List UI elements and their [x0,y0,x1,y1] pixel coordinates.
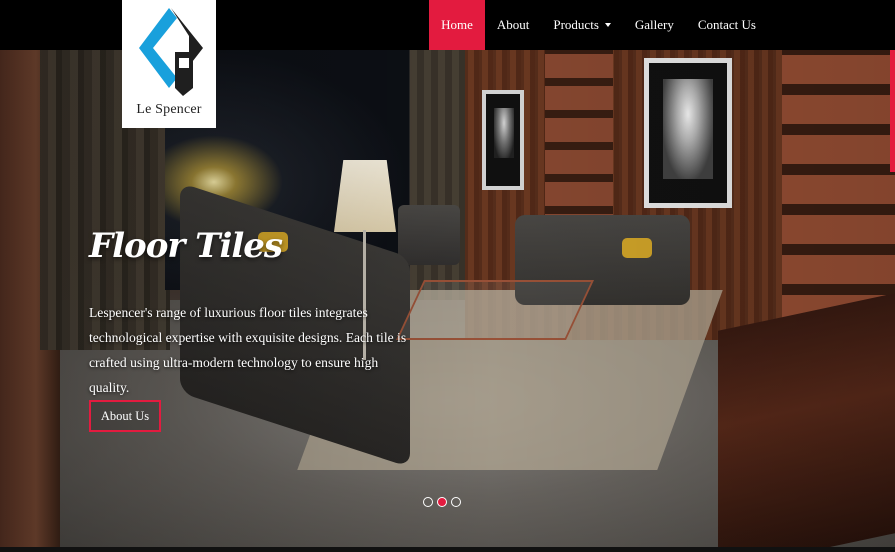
brand-name: Le Spencer [136,102,202,117]
about-us-button[interactable]: About Us [89,400,161,432]
nav-about-label: About [496,17,530,32]
nav-contact-label: Contact Us [697,17,756,32]
brand-logo[interactable]: Le Spencer [122,0,216,128]
nav-contact[interactable]: Contact Us [686,0,768,50]
nav-home-label: Home [441,17,473,32]
nav-products[interactable]: Products [541,0,623,50]
caret-down-icon [604,23,611,27]
about-us-button-label: About Us [100,408,150,423]
nav-about[interactable]: About [485,0,542,50]
bottom-strip [0,547,895,552]
hero-description: Lespencer's range of luxurious floor til… [89,305,407,395]
main-nav: Home About Products Gallery Contact Us [429,0,768,50]
nav-gallery-label: Gallery [634,17,674,32]
accent-bar [890,50,895,172]
logo-mark-icon [139,8,203,96]
carousel-dot[interactable] [423,497,433,507]
carousel-indicators [423,497,461,507]
nav-home[interactable]: Home [429,0,485,50]
carousel-dot[interactable] [451,497,461,507]
nav-products-label: Products [553,17,599,32]
nav-gallery[interactable]: Gallery [623,0,686,50]
hero-title: Floor Tiles [89,226,283,266]
carousel-dot-active[interactable] [437,497,447,507]
